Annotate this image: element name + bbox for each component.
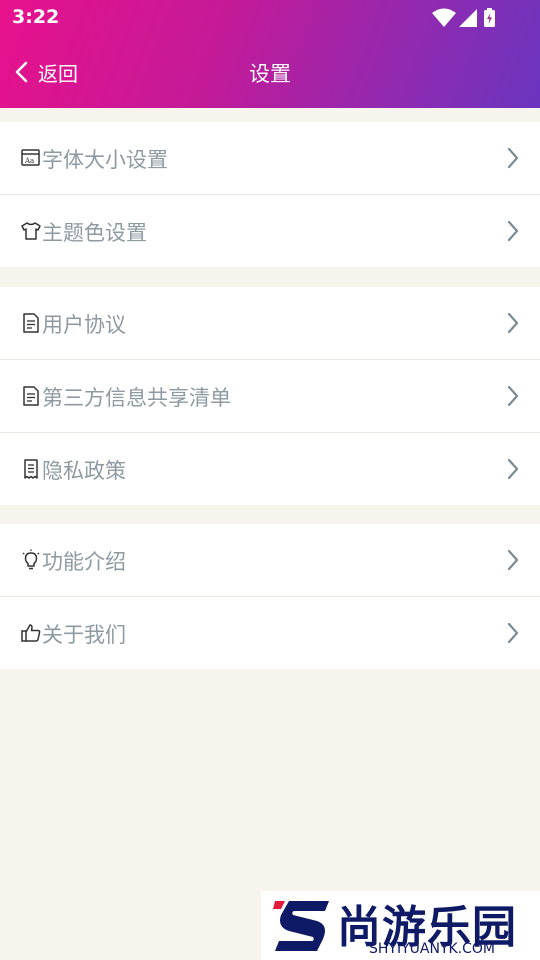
chevron-right-icon	[507, 147, 519, 169]
settings-item-font-size[interactable]: Aa 字体大小设置	[0, 122, 540, 195]
settings-item-label: 用户协议	[42, 313, 126, 337]
font-size-icon: Aa	[21, 149, 40, 166]
chevron-right-icon	[507, 312, 519, 334]
chevron-right-icon	[507, 385, 519, 407]
document-icon	[23, 386, 39, 406]
lightbulb-icon	[22, 549, 40, 570]
settings-group-display: Aa 字体大小设置 主题色设置	[0, 122, 540, 267]
wifi-icon	[432, 8, 456, 27]
settings-item-label: 隐私政策	[42, 459, 126, 483]
settings-item-third-party-list[interactable]: 第三方信息共享清单	[0, 360, 540, 433]
battery-icon	[484, 8, 495, 27]
svg-text:Aa: Aa	[24, 157, 34, 165]
receipt-icon	[24, 459, 38, 479]
brand-s-icon	[273, 901, 329, 951]
nav-bar: 返回 设置	[0, 36, 540, 108]
settings-group-legal: 用户协议 第三方信息共享清单 隐私政策	[0, 287, 540, 505]
settings-item-about-us[interactable]: 关于我们	[0, 597, 540, 669]
settings-item-label: 字体大小设置	[42, 148, 168, 172]
tshirt-icon	[21, 222, 41, 240]
thumbs-up-icon	[21, 624, 41, 642]
settings-item-features[interactable]: 功能介绍	[0, 524, 540, 597]
page-title: 设置	[249, 62, 291, 86]
settings-item-label: 第三方信息共享清单	[42, 386, 231, 410]
status-bar: 3:22	[0, 0, 540, 36]
chevron-right-icon	[507, 220, 519, 242]
chevron-right-icon	[507, 458, 519, 480]
settings-item-label: 功能介绍	[42, 550, 126, 574]
watermark-logo: 尚游乐园 SHYIYUANYK.COM	[261, 891, 540, 960]
status-time: 3:22	[12, 6, 60, 28]
document-icon	[23, 313, 39, 333]
app-header: 3:22 返回 设置	[0, 0, 540, 108]
signal-icon	[459, 9, 477, 27]
chevron-right-icon	[507, 549, 519, 571]
settings-item-user-agreement[interactable]: 用户协议	[0, 287, 540, 360]
status-icons	[432, 7, 502, 33]
chevron-right-icon	[507, 622, 519, 644]
settings-group-about: 功能介绍 关于我们	[0, 524, 540, 669]
settings-item-label: 关于我们	[42, 623, 126, 647]
settings-item-privacy-policy[interactable]: 隐私政策	[0, 433, 540, 505]
watermark-site: SHYIYUANYK.COM	[369, 941, 495, 957]
settings-item-theme-color[interactable]: 主题色设置	[0, 195, 540, 267]
settings-item-label: 主题色设置	[42, 221, 147, 245]
